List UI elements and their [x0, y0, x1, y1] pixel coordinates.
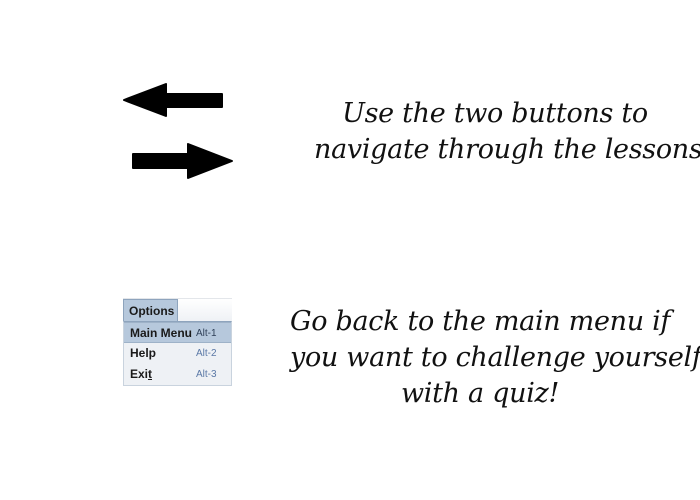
menu-instruction: Go back to the main menu if you want to …	[290, 304, 700, 412]
menu-instruction-line: you want to challenge yourself	[290, 342, 700, 373]
menu-item-label: Exit	[130, 367, 152, 381]
menu-item-main-menu[interactable]: Main Menu Alt-1	[124, 322, 231, 343]
arrow-right-icon	[130, 142, 234, 180]
menu-instruction-line: Go back to the main menu if	[290, 306, 671, 337]
menu-item-label-prefix: Exi	[130, 367, 149, 381]
navigation-instruction-line: Use the two buttons to	[342, 98, 648, 129]
menu-item-label: Help	[130, 346, 157, 360]
options-menu-title[interactable]: Options	[123, 299, 178, 322]
menu-item-shortcut: Alt-2	[196, 348, 217, 359]
navigation-instruction-line: navigate through the lessons!	[314, 134, 700, 165]
navigation-instruction: Use the two buttons to navigate through …	[314, 96, 700, 168]
menu-item-exit[interactable]: Exit Alt-3	[124, 364, 231, 385]
menu-item-help[interactable]: Help Alt-2	[124, 343, 231, 364]
arrow-left-icon	[122, 82, 226, 118]
options-dropdown: Main Menu Alt-1 Help Alt-2 Exit Alt-3	[123, 321, 232, 386]
menu-instruction-line: with a quiz!	[400, 378, 560, 409]
menu-item-shortcut: Alt-1	[196, 328, 217, 339]
options-menu-screenshot: Options Main Menu Alt-1 Help Alt-2 Exit …	[123, 298, 232, 388]
menu-bar: Options	[123, 298, 232, 322]
menu-item-mnemonic: t	[148, 367, 153, 381]
menu-item-label: Main Menu	[130, 326, 192, 340]
menu-item-shortcut: Alt-3	[196, 369, 217, 380]
